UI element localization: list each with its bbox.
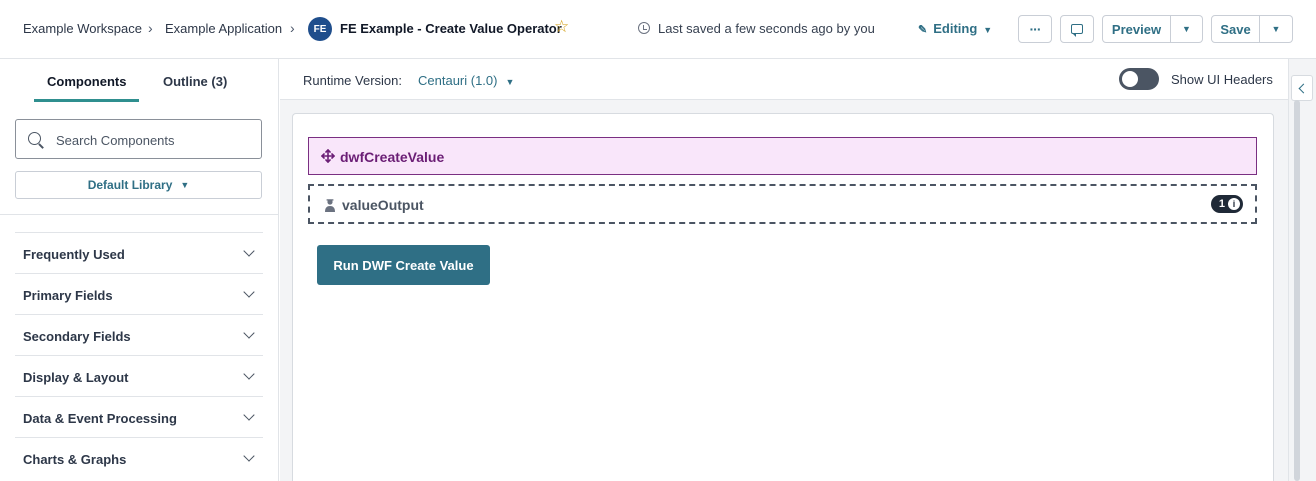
clock-icon	[638, 22, 650, 34]
category-primary-fields[interactable]: Primary Fields	[15, 273, 263, 314]
component-dwf-create-value[interactable]: dwfCreateValue	[308, 137, 1257, 175]
breadcrumb-workspace[interactable]: Example Workspace	[23, 21, 142, 36]
save-label: Save	[1220, 21, 1251, 37]
more-icon: ···	[1029, 21, 1042, 37]
component-label: dwfCreateValue	[340, 149, 445, 165]
app-root: Example Workspace › Example Application …	[0, 0, 1316, 481]
library-dropdown[interactable]: Default Library ▼	[15, 171, 262, 199]
divider	[0, 214, 279, 215]
components-panel: Components Outline (3) Default Library▼ …	[0, 59, 279, 481]
expand-panel-chevron-icon[interactable]	[1291, 75, 1313, 101]
search-icon	[28, 132, 41, 145]
preview-button[interactable]: Preview	[1102, 15, 1171, 43]
star-icon[interactable]: ☆	[554, 18, 569, 35]
category-frequently-used[interactable]: Frequently Used	[15, 232, 263, 273]
comments-button[interactable]	[1060, 15, 1094, 43]
issue-count: 1	[1218, 198, 1225, 210]
chevron-down-icon	[243, 409, 255, 421]
comment-icon	[1071, 24, 1083, 37]
category-label: Primary Fields	[23, 288, 113, 303]
preview-label: Preview	[1111, 21, 1162, 37]
chevron-down-icon	[243, 450, 255, 462]
caret-down-icon: ▼	[1182, 24, 1191, 34]
breadcrumb-application[interactable]: Example Application	[165, 21, 282, 36]
preview-options-button[interactable]: ▼	[1171, 15, 1203, 43]
saved-status: Last saved a few seconds ago by you	[658, 21, 875, 36]
show-ui-headers-label: Show UI Headers	[1171, 72, 1273, 87]
category-charts-graphs[interactable]: Charts & Graphs	[15, 437, 263, 478]
category-display-layout[interactable]: Display & Layout	[15, 355, 263, 396]
page-title: FE Example - Create Value Operator	[340, 21, 562, 36]
top-header: Example Workspace › Example Application …	[0, 0, 1316, 59]
category-secondary-fields[interactable]: Secondary Fields	[15, 314, 263, 355]
breadcrumb-separator-icon: ›	[290, 20, 295, 36]
search-box	[15, 119, 262, 159]
tab-outline[interactable]: Outline (3)	[163, 74, 227, 89]
runtime-label: Runtime Version:	[303, 73, 402, 88]
app-badge: FE	[308, 17, 332, 41]
save-button[interactable]: Save	[1211, 15, 1260, 43]
chevron-down-icon	[243, 327, 255, 339]
active-tab-indicator	[34, 99, 139, 102]
show-ui-headers-toggle[interactable]	[1119, 68, 1159, 90]
scrollbar[interactable]	[1294, 100, 1300, 481]
pencil-icon: ✎	[918, 24, 928, 36]
library-label: Default Library	[87, 178, 173, 192]
more-options-button[interactable]: ···	[1018, 15, 1052, 43]
info-icon: i	[1228, 198, 1240, 210]
runtime-value: Centauri (1.0)	[418, 73, 498, 88]
category-label: Frequently Used	[23, 247, 125, 262]
chevron-down-icon	[243, 368, 255, 380]
run-dwf-create-value-button[interactable]: Run DWF Create Value	[317, 245, 490, 285]
component-label: valueOutput	[342, 197, 424, 213]
editing-label: Editing	[933, 21, 978, 36]
category-label: Charts & Graphs	[23, 452, 127, 467]
chevron-down-icon	[243, 245, 255, 257]
caret-down-icon: ▼	[505, 77, 515, 87]
category-label: Display & Layout	[23, 370, 129, 385]
save-options-button[interactable]: ▼	[1260, 15, 1293, 43]
caret-down-icon: ▼	[1271, 24, 1281, 34]
tab-components[interactable]: Components	[47, 74, 126, 89]
category-label: Data & Event Processing	[23, 411, 177, 426]
chevron-down-icon	[243, 286, 255, 298]
canvas-toolbar: Runtime Version: Centauri (1.0) ▼ Show UI…	[280, 59, 1288, 100]
hidden-user-icon	[325, 199, 335, 212]
editing-mode-dropdown[interactable]: ✎ Editing ▼	[918, 21, 992, 36]
breadcrumb-separator-icon: ›	[148, 20, 153, 36]
caret-down-icon: ▼	[180, 180, 190, 190]
properties-panel-collapsed	[1288, 59, 1316, 481]
category-label: Secondary Fields	[23, 329, 131, 344]
runtime-version-dropdown[interactable]: Centauri (1.0) ▼	[418, 73, 514, 88]
component-value-output[interactable]: valueOutput 1 i	[308, 184, 1257, 224]
caret-down-icon: ▼	[983, 25, 993, 35]
issue-count-badge[interactable]: 1 i	[1210, 195, 1243, 213]
search-input[interactable]	[56, 130, 251, 150]
category-data-event-processing[interactable]: Data & Event Processing	[15, 396, 263, 437]
move-icon[interactable]	[321, 149, 335, 163]
